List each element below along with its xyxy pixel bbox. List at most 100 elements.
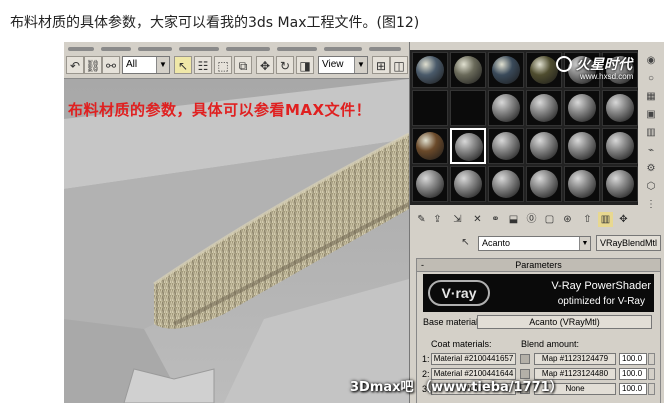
perspective-viewport[interactable]: 布料材质的参数，具体可以参看MAX文件！ — [64, 79, 409, 403]
undo-icon[interactable]: ↶ — [66, 56, 84, 74]
select-region-icon[interactable]: ⬚ — [214, 56, 232, 74]
material-sample-slot[interactable] — [488, 90, 524, 126]
blend-amount-field[interactable]: 100.0 — [619, 353, 647, 365]
select-by-name-icon[interactable]: ☷ — [194, 56, 212, 74]
material-sample-slot[interactable] — [450, 128, 486, 164]
material-preview-sphere — [492, 94, 520, 122]
side-toolbar: ◉ ○ ▦ ▣ ▥ ⌁ ⚙ ⬡ ⋮ — [639, 50, 663, 210]
sample-type-icon[interactable]: ◉ — [643, 54, 659, 68]
material-preview-sphere — [606, 170, 634, 198]
coat-materials-header: Coat materials: — [431, 339, 492, 349]
material-preview-sphere — [606, 94, 634, 122]
select-arrow-icon[interactable]: ↖ — [174, 56, 192, 74]
material-sample-slot[interactable] — [602, 90, 638, 126]
material-sample-slot[interactable] — [412, 52, 448, 88]
uv-tiling-icon[interactable]: ▣ — [643, 108, 659, 122]
make-preview-icon[interactable]: ⌁ — [643, 144, 659, 158]
material-preview-sphere — [454, 170, 482, 198]
material-sample-slot[interactable] — [526, 166, 562, 202]
material-preview-sphere — [568, 132, 596, 160]
coat-material-button[interactable]: Material #2100441657 — [431, 353, 516, 365]
material-sample-slot[interactable] — [602, 128, 638, 164]
material-sample-slot[interactable] — [488, 128, 524, 164]
base-material-label: Base material: — [423, 317, 481, 327]
rotate-icon[interactable]: ↻ — [276, 56, 294, 74]
material-name-row: ↖ Acanto ▼ VRayBlendMtl — [410, 235, 664, 255]
select-by-material-icon[interactable]: ⬡ — [643, 180, 659, 194]
assign-material-icon[interactable]: ⇲ — [450, 212, 465, 227]
link-icon[interactable]: ⛓ — [84, 56, 102, 74]
window-crossing-icon[interactable]: ⧉ — [234, 56, 252, 74]
rollout-header[interactable]: - Parameters — [417, 259, 660, 272]
get-material-icon[interactable]: ✎ — [414, 212, 429, 227]
material-sample-slot[interactable] — [412, 128, 448, 164]
chevron-down-icon: ▼ — [156, 57, 169, 73]
material-sample-slot[interactable] — [450, 52, 486, 88]
put-to-scene-icon[interactable]: ⇪ — [430, 212, 445, 227]
pick-from-object-icon[interactable]: ↖ — [458, 235, 473, 250]
material-sample-slot[interactable] — [564, 128, 600, 164]
show-end-result-icon[interactable]: ⊛ — [560, 212, 575, 227]
selection-filter-select[interactable]: All ▼ — [122, 56, 170, 74]
forum-watermark: 3Dmax吧 （www.tieba/1771） — [350, 380, 563, 395]
base-material-button[interactable]: Acanto (VRayMtl) — [477, 315, 652, 329]
material-preview-sphere — [492, 56, 520, 84]
background-icon[interactable]: ▦ — [643, 90, 659, 104]
material-editor: 火星时代 www.hxsd.com ◉ ○ ▦ ▣ ▥ ⌁ ⚙ ⬡ ⋮ ✎ ⇪ … — [409, 42, 664, 403]
options-icon[interactable]: ⚙ — [643, 162, 659, 176]
material-name-field[interactable]: Acanto ▼ — [478, 236, 591, 251]
vray-logo: V·ray — [428, 280, 490, 306]
delete-icon[interactable]: ✕ — [470, 212, 485, 227]
reference-coordinate-select[interactable]: View ▼ — [318, 56, 368, 74]
coat-enable-checkbox[interactable] — [520, 354, 530, 364]
material-sample-slot[interactable] — [488, 166, 524, 202]
material-preview-sphere — [606, 132, 634, 160]
make-unique-icon[interactable]: ⚭ — [488, 212, 503, 227]
material-sample-slot[interactable] — [450, 166, 486, 202]
material-sample-slot[interactable] — [564, 166, 600, 202]
move-icon[interactable]: ✥ — [256, 56, 274, 74]
go-to-parent-icon[interactable]: ⇧ — [580, 212, 595, 227]
pivot-icon[interactable]: ⊞ — [372, 56, 390, 74]
put-to-library-icon[interactable]: ⬓ — [506, 212, 521, 227]
material-type-button[interactable]: VRayBlendMtl — [596, 235, 661, 251]
material-preview-sphere — [455, 133, 483, 161]
blend-amount-spinner[interactable] — [648, 368, 655, 380]
go-forward-icon[interactable]: ▥ — [598, 212, 613, 227]
material-preview-sphere — [530, 170, 558, 198]
material-preview-sphere — [530, 94, 558, 122]
material-sample-slot[interactable] — [602, 166, 638, 202]
material-preview-sphere — [568, 170, 596, 198]
material-preview-sphere — [568, 94, 596, 122]
video-check-icon[interactable]: ▥ — [643, 126, 659, 140]
blend-amount-field[interactable]: 100.0 — [619, 383, 647, 395]
material-preview-sphere — [530, 132, 558, 160]
unlink-icon[interactable]: ⚯ — [102, 56, 120, 74]
show-map-icon[interactable]: ▢ — [542, 212, 557, 227]
material-sample-slot[interactable] — [526, 90, 562, 126]
material-sample-slot[interactable] — [488, 52, 524, 88]
blend-amount-spinner[interactable] — [648, 353, 655, 365]
hxsd-logo — [556, 56, 572, 72]
material-preview-sphere — [416, 170, 444, 198]
material-sample-slot[interactable] — [412, 90, 448, 126]
material-preview-sphere — [530, 56, 558, 84]
scale-icon[interactable]: ◨ — [296, 56, 314, 74]
material-preview-sphere — [454, 56, 482, 84]
blend-map-button[interactable]: Map #1123124479 — [534, 353, 616, 365]
3dsmax-screenshot: ↶ ⛓ ⚯ All ▼ ↖ ☷ ⬚ ⧉ ✥ ↻ ◨ View ▼ ⊞ ◫ 布料材… — [64, 42, 664, 403]
material-sample-slot[interactable] — [564, 90, 600, 126]
blend-amount-field[interactable]: 100.0 — [619, 368, 647, 380]
material-effects-icon[interactable]: ⓪ — [524, 212, 539, 227]
material-preview-sphere — [492, 170, 520, 198]
material-sample-slot[interactable] — [526, 128, 562, 164]
material-sample-slot[interactable] — [450, 90, 486, 126]
pick-material-icon[interactable]: ✥ — [616, 212, 631, 227]
blend-amount-spinner[interactable] — [648, 383, 655, 395]
backlight-icon[interactable]: ○ — [643, 72, 659, 86]
chevron-down-icon: ▼ — [354, 57, 367, 73]
material-sample-slot[interactable] — [412, 166, 448, 202]
snap-icon[interactable]: ◫ — [390, 56, 408, 74]
coat-row: 1: Material #2100441657 Map #1123124479 … — [417, 353, 660, 367]
menu-bar — [64, 42, 409, 63]
